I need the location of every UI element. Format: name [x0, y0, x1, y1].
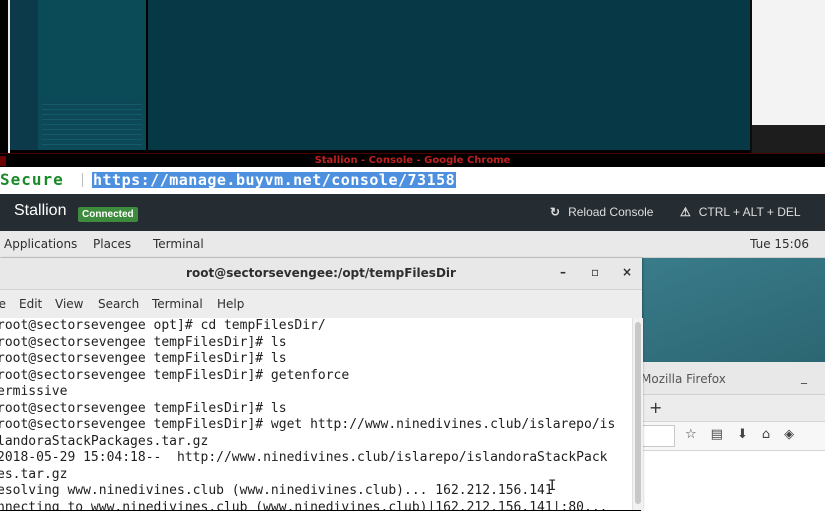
firefox-content: [641, 451, 825, 511]
secure-label[interactable]: Secure: [0, 170, 64, 189]
terminal-scrollbar[interactable]: [632, 318, 643, 510]
warning-icon: ⚠: [680, 205, 691, 219]
menu-view[interactable]: View: [55, 297, 83, 311]
reload-console-button[interactable]: ↻ Reload Console: [550, 205, 653, 219]
terminal-line: ermissive: [0, 384, 68, 399]
firefox-tabbar: +: [641, 395, 825, 422]
close-button[interactable]: ×: [622, 265, 632, 279]
terminal-menubar: ile Edit View Search Terminal Help: [0, 290, 642, 319]
background-tiny-text: [42, 100, 142, 148]
scrollbar-thumb[interactable]: [635, 322, 641, 504]
firefox-titlebar[interactable]: Mozilla Firefox _: [641, 362, 825, 395]
terminal-line: nnecting to www.ninedivines.club (www.ni…: [0, 499, 608, 511]
terminal-output[interactable]: root@sectorsevengee opt]# cd tempFilesDi…: [0, 318, 632, 510]
terminal-line: root@sectorsevengee tempFilesDir]# ls: [0, 400, 287, 416]
download-icon[interactable]: ⬇: [737, 427, 762, 442]
background-white-panel: [752, 0, 825, 125]
status-badge: Connected: [78, 207, 138, 222]
menu-help[interactable]: Help: [217, 297, 244, 311]
text-cursor-icon: I: [548, 478, 557, 494]
refresh-icon: ↻: [550, 205, 561, 219]
chrome-window-titlebar: Stallion - Console - Google Chrome: [0, 153, 825, 168]
firefox-title: Mozilla Firefox: [641, 372, 726, 386]
applications-menu[interactable]: Applications: [4, 237, 77, 251]
firefox-navbar: ☆▤⬇⌂◈: [641, 422, 825, 451]
firefox-url-input[interactable]: [641, 425, 675, 447]
chrome-window-title: Stallion - Console - Google Chrome: [314, 155, 511, 166]
places-menu[interactable]: Places: [93, 237, 131, 251]
new-tab-button[interactable]: +: [649, 398, 662, 417]
minimize-button[interactable]: –: [560, 265, 566, 279]
terminal-line: 2018-05-29 15:04:18-- http://www.ninediv…: [0, 450, 608, 465]
reload-console-label: Reload Console: [568, 205, 654, 219]
terminal-line: landoraStackPackages.tar.gz: [0, 433, 209, 449]
terminal-line: root@sectorsevengee tempFilesDir]# geten…: [0, 367, 350, 383]
menu-edit[interactable]: Edit: [19, 297, 42, 311]
terminal-app-menu[interactable]: Terminal: [153, 237, 204, 251]
menu-file[interactable]: ile: [0, 297, 6, 311]
terminal-line: root@sectorsevengee tempFilesDir]# ls: [0, 351, 287, 366]
ctrl-alt-del-button[interactable]: ⚠ CTRL + ALT + DEL: [680, 205, 801, 219]
firefox-minimize-button[interactable]: _: [801, 370, 807, 384]
clock[interactable]: Tue 15:06: [750, 237, 809, 251]
star-icon[interactable]: ☆: [685, 427, 711, 442]
terminal-line: root@sectorsevengee tempFilesDir]# wget …: [0, 417, 616, 432]
ctrl-alt-del-label: CTRL + ALT + DEL: [698, 205, 801, 219]
menu-terminal[interactable]: Terminal: [152, 297, 203, 311]
terminal-title: root@sectorsevengee:/opt/tempFilesDir: [186, 266, 456, 280]
menu-search[interactable]: Search: [98, 297, 139, 311]
terminal-line: esolving www.ninedivines.club (www.nined…: [0, 483, 553, 498]
terminal-line: root@sectorsevengee opt]# cd tempFilesDi…: [0, 318, 326, 333]
reading-list-icon[interactable]: ▤: [711, 427, 737, 442]
console-header: Stallion Connected ↻ Reload Console ⚠ CTRL…: [0, 194, 825, 231]
background-window-b: [148, 0, 750, 150]
shield-icon[interactable]: ◈: [784, 427, 808, 442]
remote-background: [0, 0, 825, 153]
terminal-window[interactable]: root@sectorsevengee:/opt/tempFilesDir – …: [0, 258, 643, 510]
vm-name: Stallion: [14, 202, 67, 219]
url-text[interactable]: https://manage.buyvm.net/console/73158: [92, 172, 457, 188]
terminal-titlebar[interactable]: root@sectorsevengee:/opt/tempFilesDir – …: [0, 258, 642, 290]
address-bar[interactable]: Secure https://manage.buyvm.net/console/…: [0, 167, 825, 194]
home-icon[interactable]: ⌂: [762, 427, 784, 442]
maximize-button[interactable]: ▫: [591, 265, 599, 279]
terminal-line: root@sectorsevengee tempFilesDir]# ls: [0, 334, 287, 350]
gnome-top-bar: Applications Places Terminal Tue 15:06: [0, 231, 825, 258]
firefox-window[interactable]: Mozilla Firefox _ + ☆▤⬇⌂◈: [640, 362, 825, 511]
terminal-line: es.tar.gz: [0, 466, 68, 482]
